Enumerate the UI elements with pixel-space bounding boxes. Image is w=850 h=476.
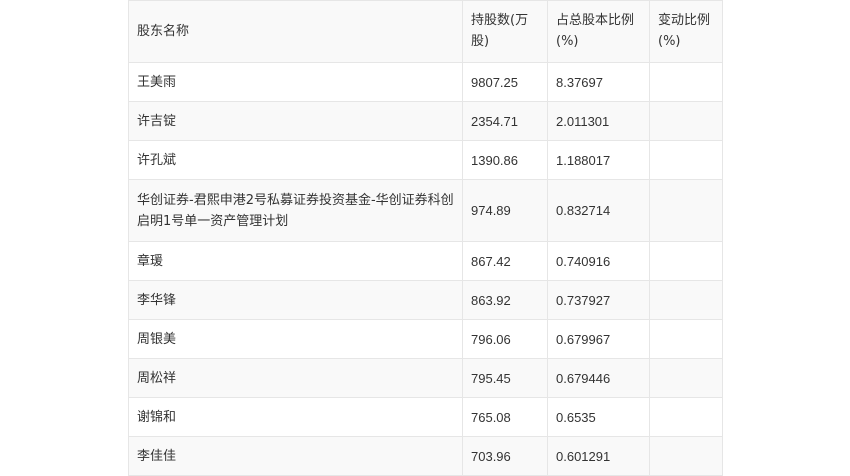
header-row: 股东名称 持股数(万股) 占总股本比例(%) 变动比例(%): [128, 0, 723, 63]
table-row: 谢锦和 765.08 0.6535: [128, 397, 723, 437]
cell-change-ratio: [649, 62, 723, 102]
table-row: 周松祥 795.45 0.679446: [128, 358, 723, 398]
cell-share-ratio: 0.679446: [547, 358, 650, 398]
cell-shareholder-name: 许孔斌: [128, 140, 463, 180]
cell-share-ratio: 0.737927: [547, 280, 650, 320]
header-shareholder-name: 股东名称: [128, 0, 463, 63]
cell-share-count: 2354.71: [462, 101, 548, 141]
cell-shareholder-name: 谢锦和: [128, 397, 463, 437]
table-row: 华创证券-君熙申港2号私募证券投资基金-华创证券科创启明1号单一资产管理计划 9…: [128, 179, 723, 242]
cell-shareholder-name: 周银美: [128, 319, 463, 359]
cell-share-count: 1390.86: [462, 140, 548, 180]
cell-shareholder-name: 许吉锭: [128, 101, 463, 141]
cell-share-count: 974.89: [462, 179, 548, 242]
cell-change-ratio: [649, 101, 723, 141]
table-row: 李华锋 863.92 0.737927: [128, 280, 723, 320]
shareholder-table-container: 股东名称 持股数(万股) 占总股本比例(%) 变动比例(%) 王美雨 9807.…: [128, 0, 723, 476]
cell-share-ratio: 8.37697: [547, 62, 650, 102]
table-body: 王美雨 9807.25 8.37697 许吉锭 2354.71 2.011301…: [128, 62, 723, 476]
cell-change-ratio: [649, 397, 723, 437]
table-header: 股东名称 持股数(万股) 占总股本比例(%) 变动比例(%): [128, 0, 723, 63]
cell-change-ratio: [649, 358, 723, 398]
cell-share-ratio: 0.601291: [547, 436, 650, 476]
table-row: 章瑗 867.42 0.740916: [128, 241, 723, 281]
cell-shareholder-name: 李佳佳: [128, 436, 463, 476]
cell-share-count: 867.42: [462, 241, 548, 281]
cell-shareholder-name: 章瑗: [128, 241, 463, 281]
cell-share-ratio: 0.679967: [547, 319, 650, 359]
cell-share-count: 796.06: [462, 319, 548, 359]
cell-shareholder-name: 周松祥: [128, 358, 463, 398]
cell-share-ratio: 2.011301: [547, 101, 650, 141]
table-row: 许吉锭 2354.71 2.011301: [128, 101, 723, 141]
header-share-count: 持股数(万股): [462, 0, 548, 63]
cell-share-ratio: 1.188017: [547, 140, 650, 180]
cell-change-ratio: [649, 241, 723, 281]
table-row: 李佳佳 703.96 0.601291: [128, 436, 723, 476]
cell-share-ratio: 0.740916: [547, 241, 650, 281]
shareholder-table: 股东名称 持股数(万股) 占总股本比例(%) 变动比例(%) 王美雨 9807.…: [128, 0, 723, 476]
cell-share-count: 863.92: [462, 280, 548, 320]
cell-share-count: 703.96: [462, 436, 548, 476]
cell-share-count: 765.08: [462, 397, 548, 437]
header-share-ratio: 占总股本比例(%): [547, 0, 650, 63]
cell-share-count: 9807.25: [462, 62, 548, 102]
cell-change-ratio: [649, 140, 723, 180]
cell-change-ratio: [649, 179, 723, 242]
cell-change-ratio: [649, 319, 723, 359]
table-row: 周银美 796.06 0.679967: [128, 319, 723, 359]
table-row: 许孔斌 1390.86 1.188017: [128, 140, 723, 180]
cell-shareholder-name: 华创证券-君熙申港2号私募证券投资基金-华创证券科创启明1号单一资产管理计划: [128, 179, 463, 242]
cell-share-count: 795.45: [462, 358, 548, 398]
cell-shareholder-name: 王美雨: [128, 62, 463, 102]
cell-shareholder-name: 李华锋: [128, 280, 463, 320]
cell-share-ratio: 0.832714: [547, 179, 650, 242]
cell-share-ratio: 0.6535: [547, 397, 650, 437]
table-row: 王美雨 9807.25 8.37697: [128, 62, 723, 102]
cell-change-ratio: [649, 280, 723, 320]
header-change-ratio: 变动比例(%): [649, 0, 723, 63]
cell-change-ratio: [649, 436, 723, 476]
